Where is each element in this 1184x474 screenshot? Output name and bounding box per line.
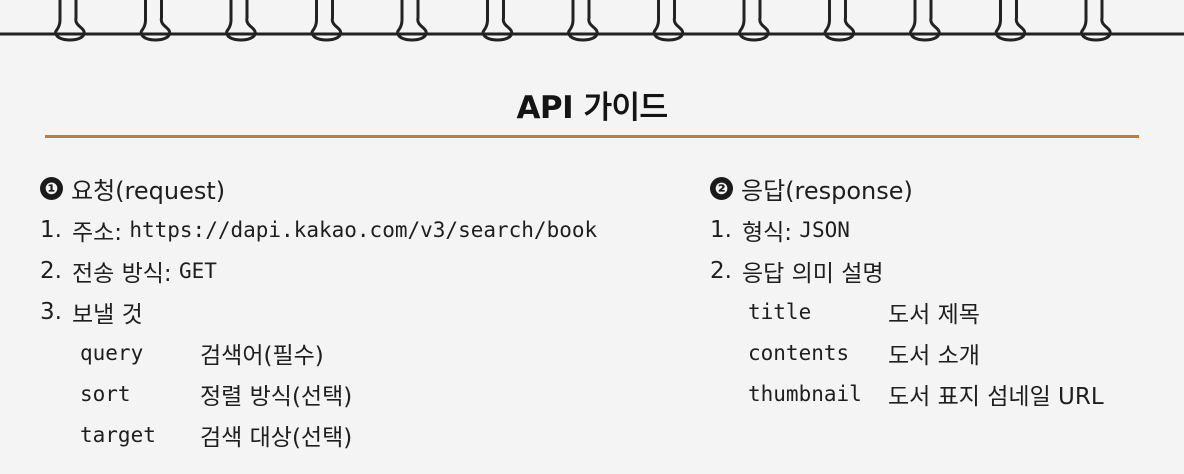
param-key: query (80, 340, 144, 365)
field-row: contents 도서 소개 (710, 332, 1104, 373)
item-label: 응답 의미 설명 (741, 260, 884, 287)
endpoint-url: https://dapi.kakao.com/v3/search/book (129, 217, 598, 242)
number-two-icon: ❷ (710, 177, 733, 200)
page-title: API 가이드 (516, 90, 668, 126)
field-row: title 도서 제목 (710, 291, 1104, 332)
title-divider (45, 135, 1139, 138)
request-heading-text: 요청(request) (71, 177, 226, 205)
param-key: sort (80, 381, 131, 406)
response-section: ❷ 응답(response) 1. 형식: JSON 2. 응답 의미 설명 t… (710, 168, 1104, 414)
spiral-binding-icon (0, 0, 1184, 42)
item-number: 1. (40, 216, 62, 243)
field-desc: 도서 소개 (888, 342, 980, 369)
item-number: 2. (40, 257, 62, 284)
item-number: 1. (710, 216, 732, 243)
field-desc: 도서 표지 섬네일 URL (888, 383, 1104, 410)
field-key: thumbnail (748, 381, 862, 406)
field-row: thumbnail 도서 표지 섬네일 URL (710, 373, 1104, 414)
param-desc: 검색어(필수) (200, 342, 324, 369)
list-item: 2. 응답 의미 설명 (710, 250, 1104, 291)
param-key: target (80, 422, 156, 447)
response-heading-text: 응답(response) (741, 177, 913, 205)
request-heading: ❶ 요청(request) (40, 168, 597, 209)
item-label: 보낼 것 (71, 301, 143, 328)
item-number: 2. (710, 257, 732, 284)
list-item: 2. 전송 방식: GET (40, 250, 597, 291)
param-desc: 검색 대상(선택) (200, 424, 353, 451)
param-desc: 정렬 방식(선택) (200, 383, 353, 410)
list-item: 3. 보낼 것 (40, 291, 597, 332)
item-label: 전송 방식: (71, 260, 172, 287)
field-desc: 도서 제목 (888, 301, 980, 328)
param-row: target 검색 대상(선택) (40, 414, 597, 455)
list-item: 1. 형식: JSON (710, 209, 1104, 250)
param-row: query 검색어(필수) (40, 332, 597, 373)
list-item: 1. 주소: https://dapi.kakao.com/v3/search/… (40, 209, 597, 250)
param-row: sort 정렬 방식(선택) (40, 373, 597, 414)
item-number: 3. (40, 298, 62, 325)
request-section: ❶ 요청(request) 1. 주소: https://dapi.kakao.… (40, 168, 597, 455)
field-key: contents (748, 340, 850, 365)
number-one-icon: ❶ (40, 177, 63, 200)
field-key: title (748, 299, 812, 324)
item-label: 주소: (71, 219, 123, 246)
response-format: JSON (799, 217, 850, 242)
http-method: GET (178, 258, 217, 283)
notebook-page: API 가이드 ❶ 요청(request) 1. 주소: https://dap… (0, 0, 1184, 474)
response-heading: ❷ 응답(response) (710, 168, 1104, 209)
item-label: 형식: (741, 219, 793, 246)
